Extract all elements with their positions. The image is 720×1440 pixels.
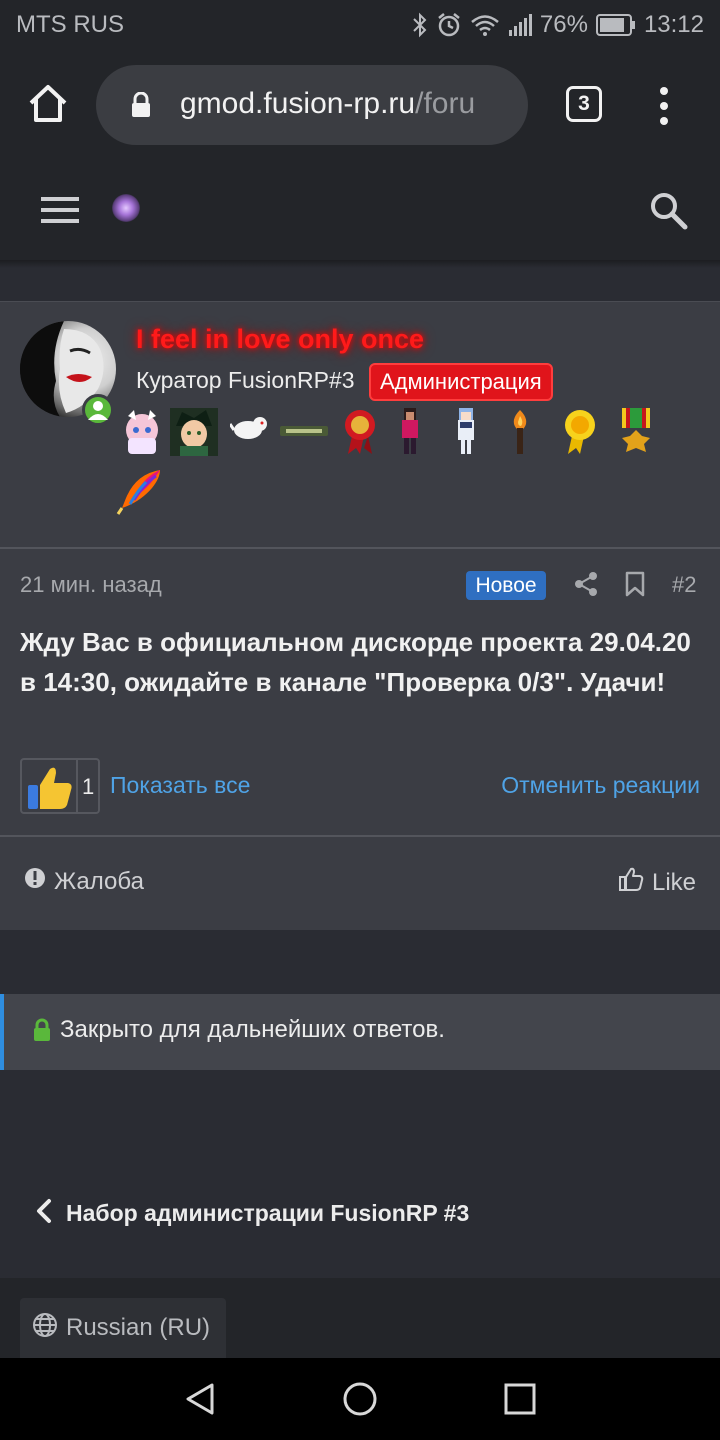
- award-medal-icon: [618, 408, 662, 456]
- reaction-count: 1: [82, 774, 95, 799]
- share-icon[interactable]: [574, 571, 598, 597]
- like-label: Like: [652, 868, 697, 896]
- award-anime-boy-icon: [170, 408, 218, 456]
- award-white-cat-icon: [228, 414, 274, 462]
- reaction-summary[interactable]: 1: [20, 758, 100, 814]
- user-role-badge: Администрация: [369, 363, 553, 401]
- site-logo[interactable]: [112, 194, 140, 222]
- more-options-icon[interactable]: [652, 86, 676, 126]
- thumbs-up-reaction-icon: [26, 763, 74, 811]
- nav-back-icon[interactable]: [184, 1382, 216, 1421]
- user-awards: [116, 406, 676, 522]
- closed-notice-text: Закрыто для дальнейших ответов.: [60, 1016, 445, 1043]
- bluetooth-icon: [412, 12, 428, 38]
- nav-recent-apps-icon[interactable]: [504, 1383, 536, 1420]
- battery-icon: [595, 14, 636, 36]
- report-button[interactable]: Жалоба: [24, 867, 144, 896]
- post-username[interactable]: I feel in love only once: [136, 324, 424, 355]
- globe-icon: [32, 1312, 58, 1345]
- site-header: [0, 160, 720, 260]
- post-timestamp[interactable]: 21 мин. назад: [20, 572, 162, 598]
- back-link-label: Набор администрации FusionRP #3: [66, 1200, 470, 1226]
- like-button[interactable]: Like: [618, 866, 696, 899]
- alert-icon: [24, 867, 46, 896]
- green-lock-icon: [32, 1018, 52, 1047]
- award-pixel-character-icon: [398, 408, 442, 456]
- url-path: /foru: [415, 87, 476, 120]
- award-banner-icon: [280, 424, 328, 472]
- signal-icon: [508, 13, 532, 37]
- thread-closed-notice: Закрыто для дальнейших ответов.: [0, 994, 720, 1070]
- back-to-forum-link[interactable]: Набор администрации FusionRP #3: [36, 1198, 469, 1229]
- reaction-separator: [76, 760, 78, 812]
- url-text: gmod.fusion-rp.ru/foru: [180, 87, 510, 121]
- browser-toolbar: gmod.fusion-rp.ru/foru 3: [0, 50, 720, 160]
- post-number-link[interactable]: #2: [672, 572, 696, 598]
- tab-switcher-button[interactable]: 3: [566, 86, 602, 122]
- online-status-icon: [82, 394, 114, 426]
- award-pixel-maid-icon: [454, 408, 498, 456]
- language-chooser-button[interactable]: Russian (RU): [20, 1298, 226, 1358]
- status-icons: 76% 13:12: [412, 11, 704, 39]
- bookmark-icon[interactable]: [624, 571, 646, 597]
- home-icon[interactable]: [26, 82, 70, 126]
- language-label: Russian (RU): [66, 1314, 211, 1341]
- nav-home-icon[interactable]: [342, 1381, 378, 1422]
- search-icon[interactable]: [648, 190, 688, 230]
- show-all-reactions-link[interactable]: Показать все: [110, 772, 250, 799]
- carrier-name: MTS RUS: [16, 11, 124, 38]
- cancel-reactions-link[interactable]: Отменить реакции: [501, 772, 700, 799]
- hamburger-menu-icon[interactable]: [41, 196, 79, 224]
- report-label: Жалоба: [54, 867, 144, 895]
- post-footer-divider: [0, 835, 720, 837]
- award-anime-girl-icon: [120, 408, 164, 456]
- address-bar[interactable]: gmod.fusion-rp.ru/foru: [96, 65, 528, 145]
- url-domain: gmod.fusion-rp.ru: [180, 87, 416, 120]
- user-title: Куратор FusionRP#3: [136, 367, 355, 393]
- post-message: Жду Вас в официальном дискорде проекта 2…: [20, 627, 691, 697]
- wifi-icon: [470, 13, 500, 37]
- award-red-rosette-icon: [342, 408, 386, 456]
- new-post-badge: Новое: [466, 571, 546, 600]
- award-torch-icon: [508, 408, 552, 456]
- award-feather-icon: [116, 468, 160, 516]
- clock: 13:12: [643, 11, 704, 38]
- header-shadow: [0, 260, 720, 268]
- lock-icon: [130, 91, 152, 123]
- post-header-divider: [0, 547, 720, 549]
- battery-percent: 76%: [539, 11, 588, 38]
- award-gold-rosette-icon: [562, 408, 606, 456]
- alarm-icon: [436, 12, 462, 38]
- thumbs-up-icon: [618, 866, 644, 899]
- chevron-left-icon: [36, 1198, 52, 1229]
- status-bar: MTS RUS 76% 13:12: [0, 0, 720, 50]
